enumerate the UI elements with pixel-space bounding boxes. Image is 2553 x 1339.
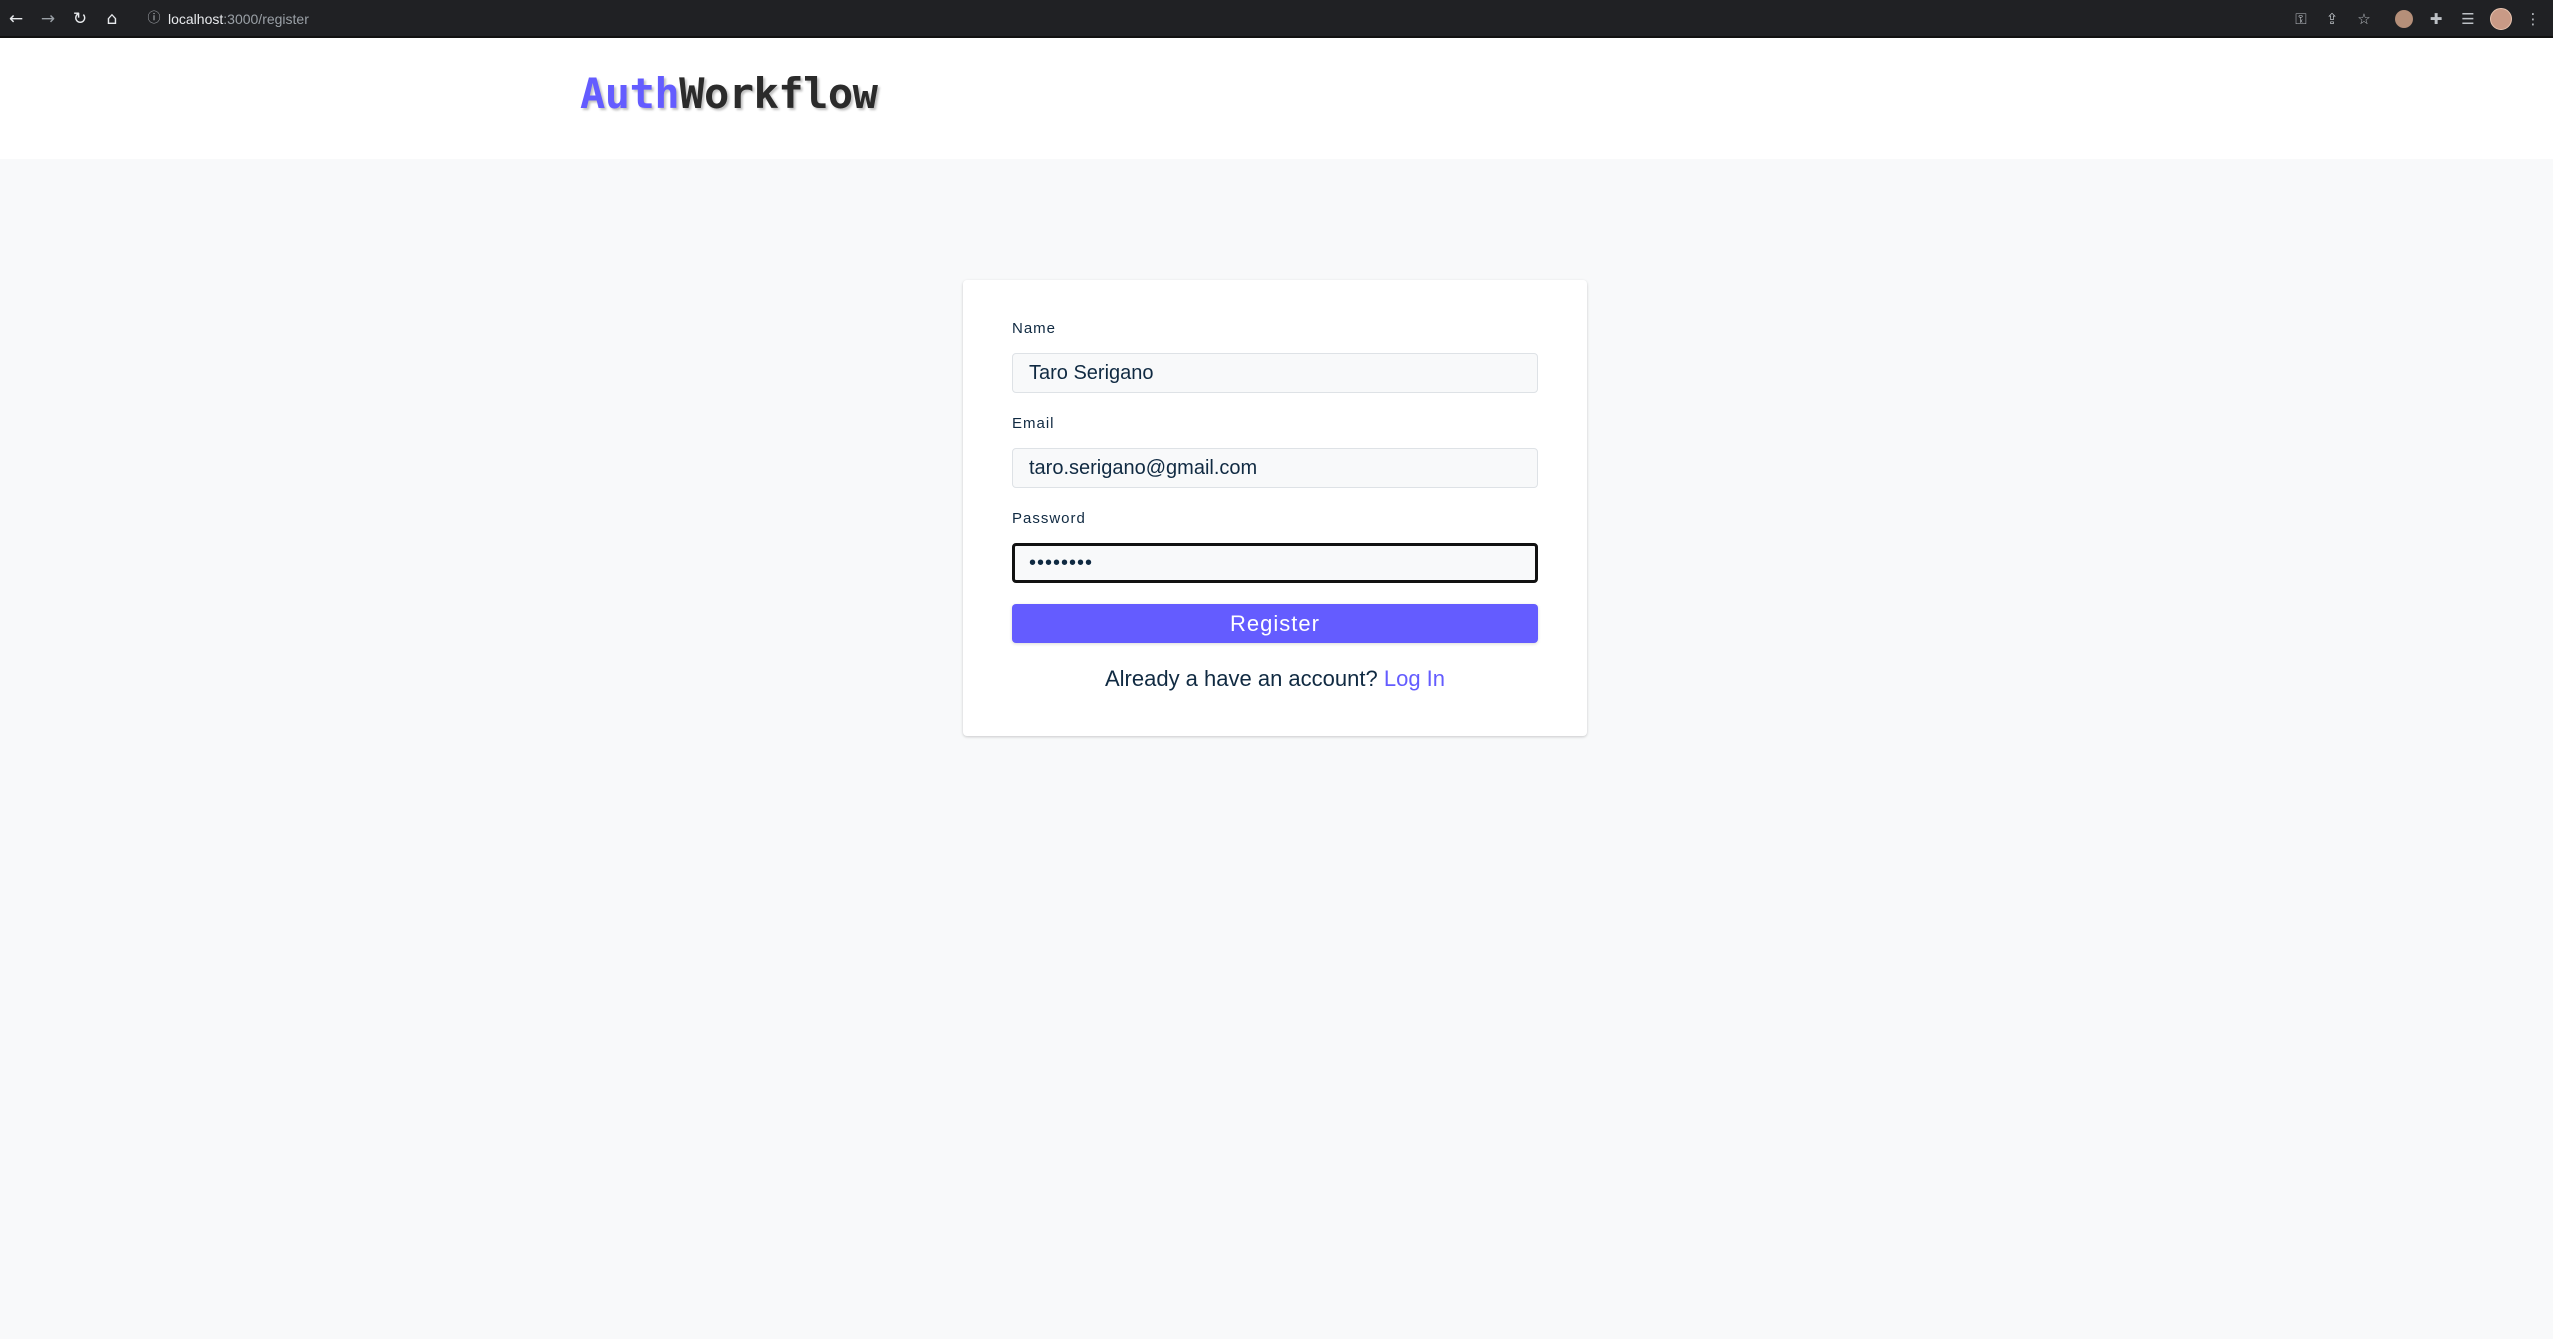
logo-auth: Auth bbox=[580, 69, 680, 118]
star-icon[interactable]: ☆ bbox=[2354, 9, 2374, 29]
info-icon[interactable]: ⓘ bbox=[144, 9, 164, 29]
register-button[interactable]: Register bbox=[1012, 604, 1538, 643]
kebab-menu-icon[interactable]: ⋮ bbox=[2523, 9, 2543, 29]
reading-list-icon[interactable]: ☰ bbox=[2458, 9, 2478, 29]
url-path: :3000/register bbox=[223, 11, 309, 27]
password-field[interactable] bbox=[1012, 543, 1538, 583]
share-icon[interactable]: ⇪ bbox=[2322, 9, 2342, 29]
login-link[interactable]: Log In bbox=[1384, 666, 1445, 691]
app-header: AuthWorkflow bbox=[0, 38, 2553, 159]
register-form: Name Email Password Register Already a h… bbox=[963, 280, 1587, 736]
reload-icon[interactable]: ↻ bbox=[70, 9, 90, 29]
email-label: Email bbox=[1012, 415, 1055, 432]
logo[interactable]: AuthWorkflow bbox=[580, 69, 878, 118]
member-prompt: Already a have an account? Log In bbox=[963, 666, 1587, 692]
password-label: Password bbox=[1012, 510, 1086, 527]
key-icon[interactable]: ⚿ bbox=[2291, 9, 2311, 29]
home-icon[interactable]: ⌂ bbox=[102, 9, 122, 29]
email-field[interactable] bbox=[1012, 448, 1538, 488]
arrow-back-icon[interactable]: ← bbox=[6, 9, 26, 29]
browser-toolbar: ← → ↻ ⌂ ⓘ localhost:3000/register ⚿ ⇪ ☆ … bbox=[0, 0, 2553, 38]
arrow-forward-icon[interactable]: → bbox=[38, 9, 58, 29]
name-label: Name bbox=[1012, 320, 1057, 337]
member-text: Already a have an account? bbox=[1104, 666, 1378, 691]
address-bar[interactable]: localhost:3000/register bbox=[168, 9, 309, 29]
puzzle-icon[interactable]: ✚ bbox=[2426, 9, 2446, 29]
logo-workflow: Workflow bbox=[679, 69, 878, 118]
profile-avatar[interactable] bbox=[2490, 8, 2512, 30]
extension-avatar-icon[interactable] bbox=[2395, 10, 2413, 28]
name-field[interactable] bbox=[1012, 353, 1538, 393]
url-host: localhost bbox=[168, 11, 224, 27]
